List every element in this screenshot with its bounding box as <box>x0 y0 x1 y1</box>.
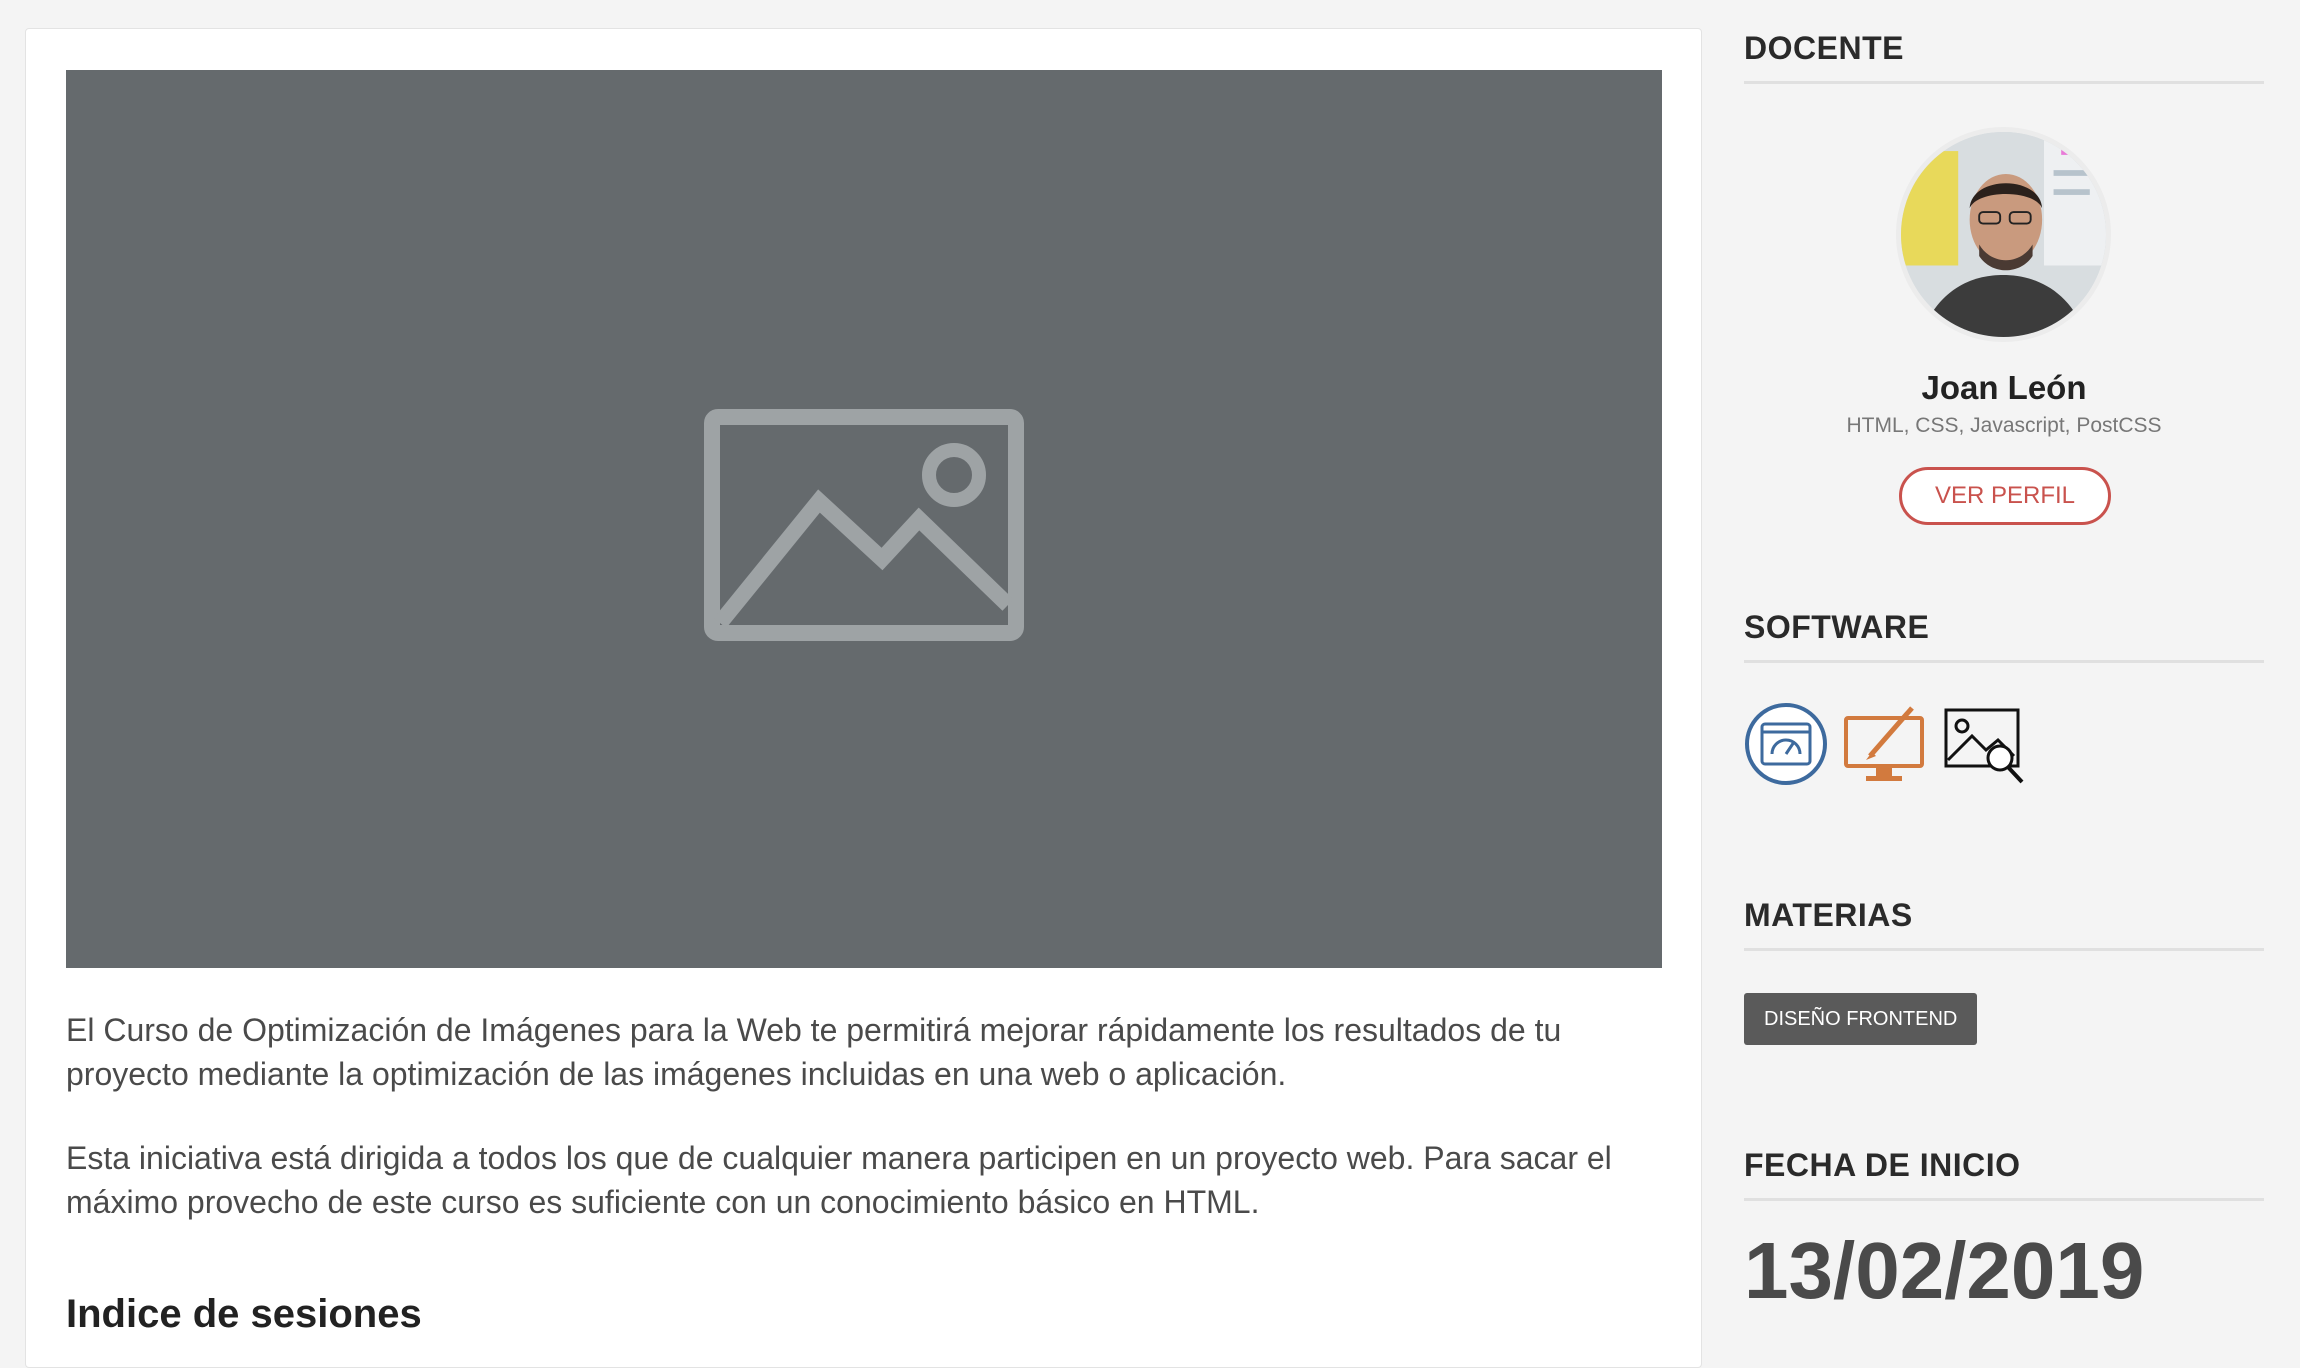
teacher-name: Joan León <box>1921 369 2087 406</box>
avatar[interactable] <box>1896 127 2111 342</box>
video-placeholder[interactable] <box>66 70 1662 968</box>
course-description-2: Esta iniciativa está dirigida a todos lo… <box>66 1140 1612 1220</box>
view-profile-button[interactable]: VER PERFIL <box>1899 467 2111 525</box>
image-placeholder-icon <box>704 409 1024 641</box>
start-date-section-title: FECHA DE INICIO <box>1744 1147 2264 1201</box>
sessions-title: Indice de sesiones <box>66 1292 422 1336</box>
teacher-photo <box>1901 132 2106 337</box>
subjects-section-title: MATERIAS <box>1744 897 2264 951</box>
subject-tag[interactable]: DISEÑO FRONTEND <box>1744 993 1978 1045</box>
course-content-card: El Curso de Optimización de Imágenes par… <box>25 28 1702 1368</box>
pagespeed-icon[interactable] <box>1744 702 1828 786</box>
teacher-section-title: DOCENTE <box>1744 30 2264 84</box>
sidebar: DOCENTE Joan León HTML, CSS, Javascript,… <box>1744 0 2264 1340</box>
teacher-skills: HTML, CSS, Javascript, PostCSS <box>1846 414 2162 437</box>
image-search-icon[interactable] <box>1942 702 2026 786</box>
start-date: 13/02/2019 <box>1744 1226 2145 1315</box>
design-monitor-icon[interactable] <box>1842 702 1926 786</box>
course-description-1: El Curso de Optimización de Imágenes par… <box>66 1012 1562 1092</box>
software-section-title: SOFTWARE <box>1744 609 2264 663</box>
